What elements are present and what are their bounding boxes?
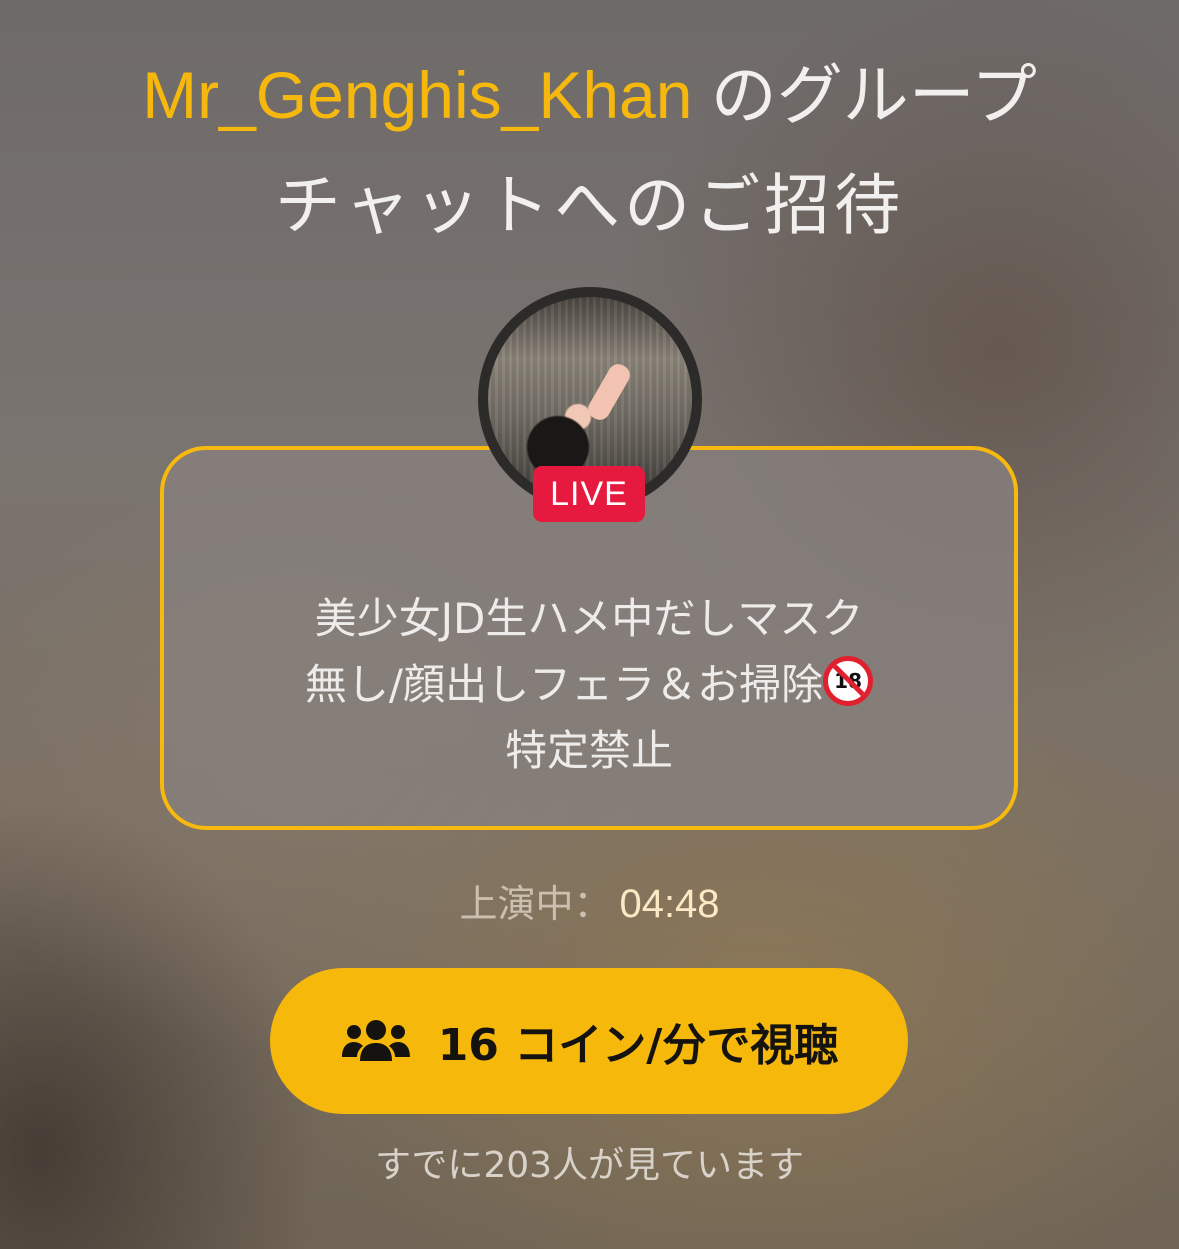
title-part1: のグループ bbox=[692, 58, 1037, 132]
stream-title: 美少女JD生ハメ中だしマスク 無し/顔出しフェラ＆お掃除 18 特定禁止 bbox=[164, 586, 1014, 784]
title-line2: チャットへのご招待 bbox=[274, 168, 905, 242]
stream-title-line3: 特定禁止 bbox=[504, 726, 673, 775]
avatar-photo-detail bbox=[584, 360, 634, 424]
watch-button-label: 16 コイン/分で視聴 bbox=[437, 1020, 839, 1071]
stream-title-line2: 無し/顔出しフェラ＆お掃除 18 bbox=[164, 652, 1014, 718]
status-label: 上演中： bbox=[459, 882, 612, 926]
stream-title-line1: 美少女JD生ハメ中だしマスク bbox=[314, 594, 864, 643]
elapsed-time: 04:48 bbox=[619, 882, 720, 926]
group-users-icon bbox=[340, 1017, 412, 1065]
viewer-count: すでに203人が見ています bbox=[374, 1145, 805, 1186]
no-under-18-icon: 18 bbox=[823, 656, 874, 706]
host-name: Mr_Genghis_Khan bbox=[142, 58, 693, 132]
stream-status: 上演中： 04:48 bbox=[0, 876, 1179, 932]
live-badge: LIVE bbox=[533, 466, 645, 522]
watch-button[interactable]: 16 コイン/分で視聴 bbox=[270, 968, 908, 1114]
invite-title: Mr_Genghis_Khan のグループ チャットへのご招待 bbox=[0, 40, 1179, 260]
